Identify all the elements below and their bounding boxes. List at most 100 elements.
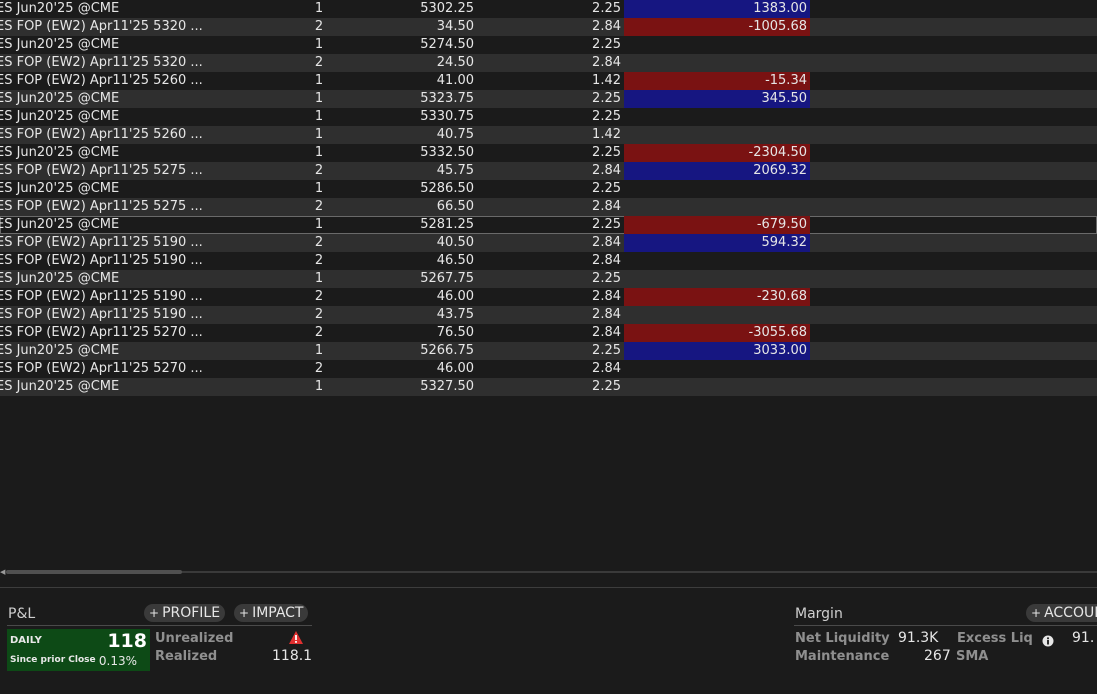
trade-realized-pnl	[624, 378, 810, 396]
table-row[interactable]: ES Jun20'25 @CME 1 5332.50 2.25 -2304.50	[0, 144, 1097, 162]
table-row[interactable]: ES Jun20'25 @CME 1 5274.50 2.25	[0, 36, 1097, 54]
excess-liq-label: Excess Liq	[957, 631, 1033, 646]
trade-quantity: 2	[314, 55, 324, 70]
trade-commission: 2.84	[592, 361, 621, 376]
plus-icon: +	[1031, 606, 1042, 620]
table-row[interactable]: ES Jun20'25 @CME 1 5286.50 2.25	[0, 180, 1097, 198]
trade-commission: 2.84	[592, 253, 621, 268]
scrollbar-thumb[interactable]	[6, 570, 182, 574]
horizontal-scrollbar[interactable]: ◀	[0, 569, 1097, 576]
trade-quantity: 1	[314, 1, 324, 16]
trade-realized-pnl	[624, 108, 810, 126]
scroll-left-arrow-icon[interactable]: ◀	[0, 569, 5, 576]
trade-quantity: 2	[314, 199, 324, 214]
trade-quantity: 2	[314, 19, 324, 34]
trade-commission: 2.84	[592, 235, 621, 250]
net-liquidity-label: Net Liquidity	[795, 631, 890, 646]
daily-pnl-box[interactable]: DAILY 118 Since prior Close 0.13%	[7, 629, 150, 671]
table-row[interactable]: ES Jun20'25 @CME 1 5266.75 2.25 3033.00	[0, 342, 1097, 360]
trade-commission: 2.25	[592, 37, 621, 52]
table-row[interactable]: ES Jun20'25 @CME 1 5281.25 2.25 -679.50	[0, 216, 1097, 234]
table-row[interactable]: ES FOP (EW2) Apr11'25 5190 ... 2 43.75 2.84	[0, 306, 1097, 324]
trade-price: 5332.50	[420, 145, 474, 160]
trade-description: ES FOP (EW2) Apr11'25 5260 ...	[0, 73, 203, 88]
trade-description: ES FOP (EW2) Apr11'25 5190 ...	[0, 235, 203, 250]
trade-commission: 2.25	[592, 109, 621, 124]
table-row[interactable]: ES Jun20'25 @CME 1 5327.50 2.25	[0, 378, 1097, 396]
trade-realized-pnl: 345.50	[624, 90, 810, 108]
trade-quantity: 1	[314, 127, 324, 142]
trade-quantity: 1	[314, 145, 324, 160]
trade-quantity: 1	[314, 343, 324, 358]
trade-price: 5286.50	[420, 181, 474, 196]
trade-quantity: 1	[314, 181, 324, 196]
warning-icon[interactable]	[288, 630, 304, 645]
table-row[interactable]: ES FOP (EW2) Apr11'25 5270 ... 2 46.00 2.84	[0, 360, 1097, 378]
table-row[interactable]: ES FOP (EW2) Apr11'25 5190 ... 2 46.00 2.84…	[0, 288, 1097, 306]
trade-realized-pnl: -2304.50	[624, 144, 810, 162]
profile-button-label: PROFILE	[162, 605, 221, 621]
info-icon[interactable]	[1042, 632, 1054, 647]
trade-commission: 2.25	[592, 217, 621, 232]
trade-description: ES FOP (EW2) Apr11'25 5270 ...	[0, 361, 203, 376]
trade-realized-pnl	[624, 126, 810, 144]
plus-icon: +	[149, 606, 160, 620]
trade-realized-pnl	[624, 180, 810, 198]
table-row[interactable]: ES FOP (EW2) Apr11'25 5320 ... 2 34.50 2.84…	[0, 18, 1097, 36]
table-row[interactable]: ES FOP (EW2) Apr11'25 5190 ... 2 46.50 2.84	[0, 252, 1097, 270]
table-row[interactable]: ES Jun20'25 @CME 1 5330.75 2.25	[0, 108, 1097, 126]
trade-commission: 2.84	[592, 55, 621, 70]
account-button-label: ACCOUNT	[1044, 605, 1097, 621]
table-row[interactable]: ES FOP (EW2) Apr11'25 5260 ... 1 40.75 1.42	[0, 126, 1097, 144]
table-row[interactable]: ES FOP (EW2) Apr11'25 5275 ... 2 45.75 2.84…	[0, 162, 1097, 180]
trade-description: ES FOP (EW2) Apr11'25 5320 ...	[0, 55, 203, 70]
trade-commission: 1.42	[592, 127, 621, 142]
trade-commission: 2.84	[592, 199, 621, 214]
since-prior-close-label: Since prior Close	[10, 655, 96, 665]
trade-description: ES FOP (EW2) Apr11'25 5190 ...	[0, 289, 203, 304]
margin-title-rule	[794, 625, 1097, 626]
trade-quantity: 2	[314, 361, 324, 376]
sma-label: SMA	[956, 649, 989, 664]
trade-quantity: 2	[314, 163, 324, 178]
table-row[interactable]: ES Jun20'25 @CME 1 5267.75 2.25	[0, 270, 1097, 288]
trade-description: ES FOP (EW2) Apr11'25 5270 ...	[0, 325, 203, 340]
pnl-title-rule	[7, 625, 312, 626]
margin-title: Margin	[795, 606, 843, 622]
table-row[interactable]: ES Jun20'25 @CME 1 5323.75 2.25 345.50	[0, 90, 1097, 108]
trade-price: 34.50	[436, 19, 474, 34]
net-liquidity-value: 91.3K	[898, 630, 939, 646]
trade-description: ES FOP (EW2) Apr11'25 5275 ...	[0, 163, 203, 178]
plus-icon: +	[239, 606, 250, 620]
trade-description: ES Jun20'25 @CME	[0, 1, 120, 16]
unrealized-label: Unrealized	[155, 631, 234, 646]
trade-quantity: 1	[314, 109, 324, 124]
trade-quantity: 1	[314, 379, 324, 394]
table-row[interactable]: ES FOP (EW2) Apr11'25 5270 ... 2 76.50 2.84…	[0, 324, 1097, 342]
trade-commission: 2.25	[592, 1, 621, 16]
table-row[interactable]: ES FOP (EW2) Apr11'25 5260 ... 1 41.00 1.42…	[0, 72, 1097, 90]
daily-label: DAILY	[10, 635, 42, 646]
trade-realized-pnl: -679.50	[624, 216, 810, 234]
trade-description: ES Jun20'25 @CME	[0, 379, 120, 394]
trade-description: ES Jun20'25 @CME	[0, 91, 120, 106]
trade-description: ES Jun20'25 @CME	[0, 271, 120, 286]
trade-commission: 2.84	[592, 325, 621, 340]
trade-commission: 2.84	[592, 289, 621, 304]
realized-label: Realized	[155, 649, 218, 664]
trade-realized-pnl	[624, 306, 810, 324]
trade-quantity: 2	[314, 307, 324, 322]
trade-description: ES FOP (EW2) Apr11'25 5190 ...	[0, 307, 203, 322]
trade-price: 5281.25	[420, 217, 474, 232]
table-row[interactable]: ES FOP (EW2) Apr11'25 5320 ... 2 24.50 2.84	[0, 54, 1097, 72]
table-row[interactable]: ES FOP (EW2) Apr11'25 5190 ... 2 40.50 2.84…	[0, 234, 1097, 252]
trades-table: ES Jun20'25 @CME 1 5302.25 2.25 1383.00 ES FO…	[0, 0, 1097, 396]
account-button[interactable]: +ACCOUNT	[1026, 604, 1097, 622]
impact-button[interactable]: + IMPACT	[234, 604, 309, 622]
trade-commission: 2.84	[592, 19, 621, 34]
table-row[interactable]: ES FOP (EW2) Apr11'25 5275 ... 2 66.50 2.84	[0, 198, 1097, 216]
table-row[interactable]: ES Jun20'25 @CME 1 5302.25 2.25 1383.00	[0, 0, 1097, 18]
since-prior-close-value: 0.13%	[98, 654, 137, 668]
trade-commission: 2.25	[592, 181, 621, 196]
profile-button[interactable]: + PROFILE	[144, 604, 226, 622]
